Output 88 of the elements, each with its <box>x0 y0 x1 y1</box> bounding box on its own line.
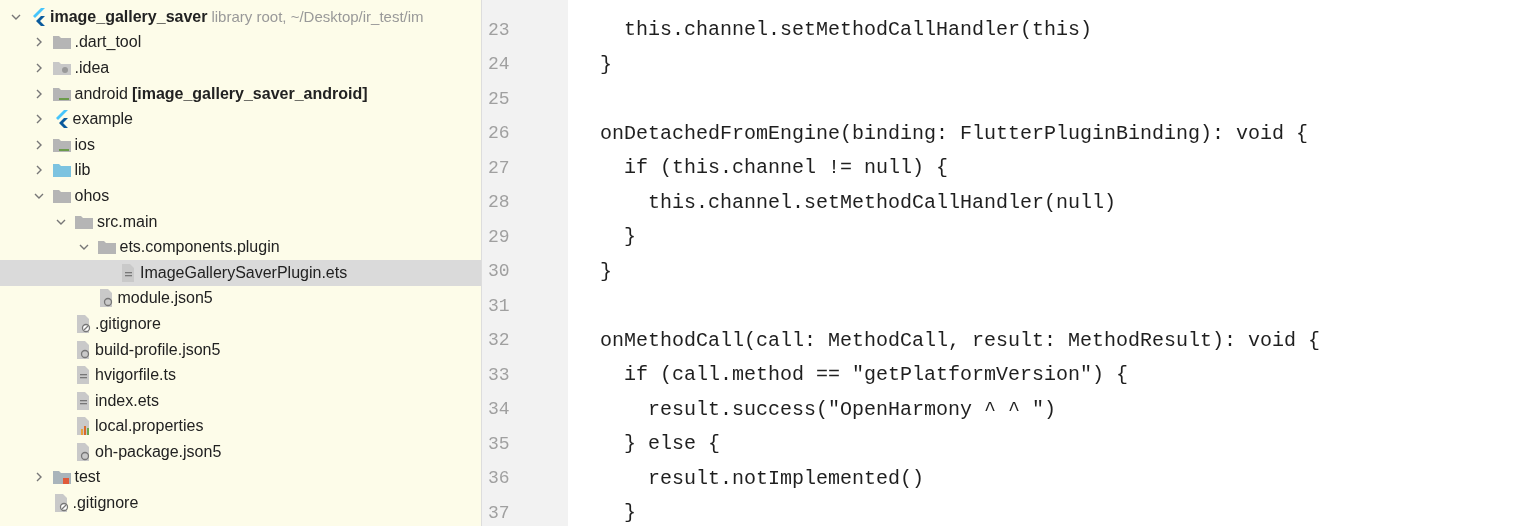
tree-row[interactable]: src.main <box>0 208 481 235</box>
code-line: this.channel.setMethodCallHandler(null) <box>647 189 1117 216</box>
line-number: 27 <box>488 156 510 180</box>
text-file-icon <box>120 263 136 282</box>
code-line: result.success("OpenHarmony ^ ^ ") <box>647 396 1057 423</box>
code-line: result.notImplemented() <box>647 465 925 492</box>
line-number: 30 <box>488 260 510 284</box>
tree-row[interactable]: image_gallery_saver library root, ~/Desktop/ir_test/im <box>0 4 481 30</box>
tree-row[interactable]: ios <box>0 131 481 158</box>
item-label: android <box>74 83 128 104</box>
tree-row[interactable]: ets.components.plugin <box>0 234 481 260</box>
tree-row[interactable]: oh-package.json5 <box>0 439 481 465</box>
tree-row[interactable]: .gitignore <box>0 490 481 516</box>
settings-folder-icon <box>52 61 71 75</box>
tree-row[interactable]: .gitignore <box>0 311 481 337</box>
line-number: 26 <box>488 122 510 146</box>
code-line: onMethodCall(call: MethodCall, result: MethodResult): void { <box>600 327 1321 354</box>
tree-row[interactable]: .idea <box>0 55 481 81</box>
item-label: module.json5 <box>117 288 213 309</box>
item-label: ohos <box>74 185 110 206</box>
code-line: } <box>623 500 636 526</box>
item-label: test <box>74 467 101 488</box>
code-line: } <box>623 224 636 251</box>
tree-row[interactable]: index.ets <box>0 387 481 414</box>
config-file-icon <box>75 340 91 359</box>
root-note: library root, ~/Desktop/ir_test/im <box>211 6 424 27</box>
folder-icon <box>52 163 71 178</box>
line-number: 37 <box>488 501 510 525</box>
line-number: 25 <box>488 87 510 111</box>
line-number: 28 <box>488 191 510 215</box>
module-folder-icon <box>52 137 71 152</box>
folder-icon <box>97 240 116 255</box>
tree-row[interactable]: example <box>0 106 481 132</box>
ignore-file-icon <box>75 314 91 333</box>
module-tag: [image_gallery_saver_android] <box>131 81 368 106</box>
tree-row[interactable]: .dart_tool <box>0 29 481 56</box>
folder-icon <box>52 188 71 203</box>
item-label: lib <box>74 160 91 181</box>
folder-icon <box>52 35 71 50</box>
code-line: } <box>600 51 612 78</box>
item-label: ets.components.plugin <box>119 237 280 258</box>
item-label: .gitignore <box>72 493 139 514</box>
code-line: onDetachedFromEngine(binding: FlutterPluginBinding): void { <box>600 120 1309 147</box>
item-label: src.main <box>97 211 158 232</box>
module-folder-icon <box>52 86 71 101</box>
item-label: ImageGallerySaverPlugin.ets <box>140 262 348 283</box>
item-label: hvigorfile.ts <box>95 365 176 386</box>
line-number: 29 <box>488 225 510 249</box>
item-label: local.properties <box>95 416 204 437</box>
code-line: } <box>600 258 612 285</box>
tree-row[interactable]: hvigorfile.ts <box>0 362 481 388</box>
item-label: .gitignore <box>95 313 161 334</box>
tree-row[interactable]: ohos <box>0 183 481 209</box>
line-number: 36 <box>488 467 510 491</box>
line-number: 24 <box>488 53 510 77</box>
item-label: ios <box>74 134 95 155</box>
item-label: example <box>72 109 133 130</box>
folder-icon <box>75 214 93 229</box>
ignore-file-icon <box>52 494 69 513</box>
tree-row[interactable]: build-profile.json5 <box>0 336 481 363</box>
line-number: 23 <box>488 18 510 42</box>
line-number: 34 <box>488 398 510 422</box>
item-label: oh-package.json5 <box>95 441 222 462</box>
item-label: build-profile.json5 <box>95 339 221 360</box>
tree-row[interactable]: local.properties <box>0 413 481 440</box>
line-number: 33 <box>488 363 510 387</box>
tree-row[interactable]: ImageGallerySaverPlugin.ets <box>0 259 481 286</box>
item-label: image_gallery_saver <box>50 6 208 27</box>
item-label: index.ets <box>95 390 160 411</box>
item-label: .dart_tool <box>74 32 142 53</box>
tree-row[interactable]: android [image_gallery_saver_android] <box>0 80 481 107</box>
config-file-icon <box>97 289 114 308</box>
tree-row[interactable]: test <box>0 464 481 491</box>
code-line: if (this.channel != null) { <box>623 155 949 182</box>
test-folder-icon <box>52 470 71 485</box>
line-number: 31 <box>488 294 510 318</box>
item-label: .idea <box>74 58 110 78</box>
tree-row[interactable]: module.json5 <box>0 285 481 312</box>
code-line: this.channel.setMethodCallHandler(this) <box>623 17 1093 44</box>
code-line: } else { <box>623 431 721 458</box>
line-number: 35 <box>488 432 510 456</box>
text-file-icon <box>75 391 91 410</box>
line-number: 32 <box>488 329 510 353</box>
code-line: if (call.method == "getPlatformVersion") { <box>623 362 1129 389</box>
properties-file-icon <box>75 417 91 436</box>
config-file-icon <box>75 442 91 461</box>
tree-row[interactable]: lib <box>0 157 481 184</box>
text-file-icon <box>75 366 91 385</box>
